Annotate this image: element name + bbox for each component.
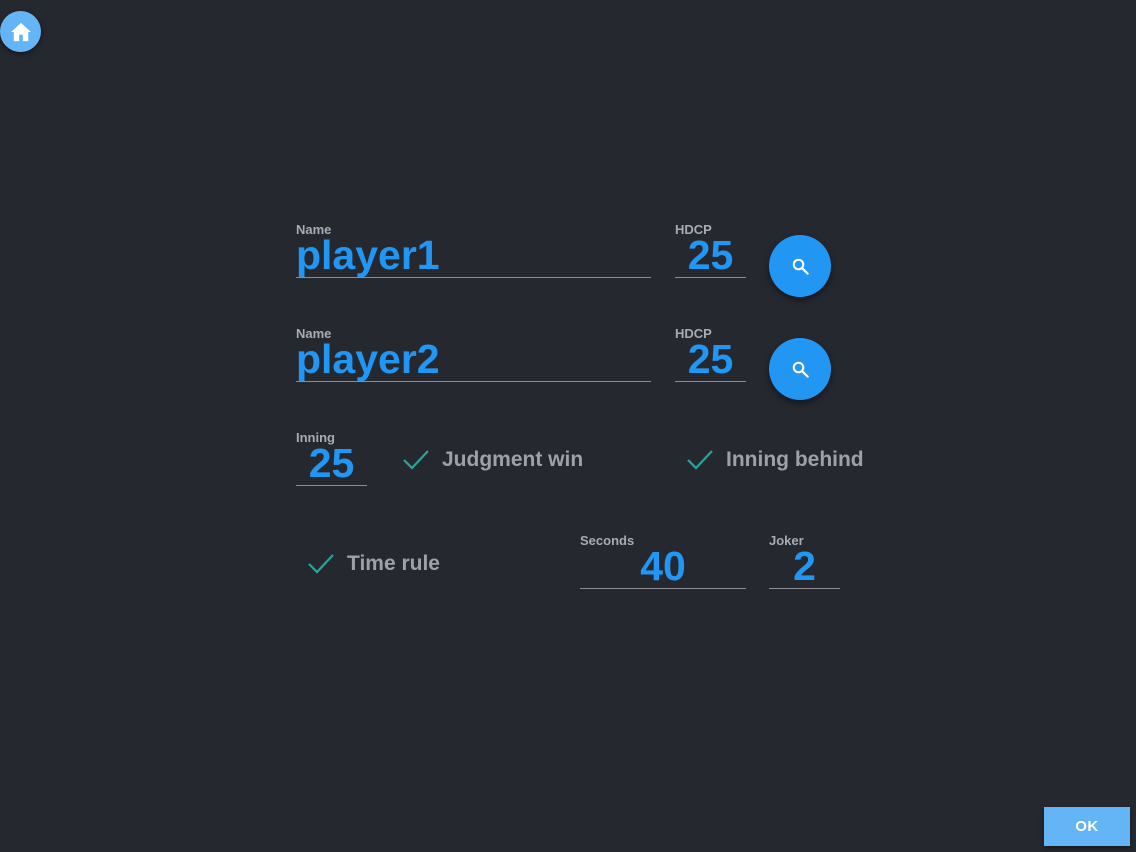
player2-hdcp-input[interactable] [675,338,746,382]
inning-field: Inning [296,430,367,492]
joker-field: Joker [769,533,840,595]
checkmark-icon [687,450,713,470]
player1-name-input[interactable] [296,234,651,278]
seconds-input[interactable] [580,545,746,589]
player1-hdcp-field: HDCP [675,222,746,284]
search-icon [792,258,809,275]
joker-input[interactable] [769,545,840,589]
ok-button[interactable]: OK [1044,807,1130,846]
time-rule-checkbox[interactable]: Time rule [307,552,440,576]
inning-behind-label: Inning behind [726,448,864,471]
home-button[interactable] [0,11,41,52]
judgment-win-checkbox[interactable]: Judgment win [402,448,583,472]
inning-input[interactable] [296,442,367,486]
player2-name-input[interactable] [296,338,651,382]
home-icon [10,22,31,41]
player1-name-field: Name [296,222,651,284]
checkmark-icon [308,554,334,574]
seconds-field: Seconds [580,533,746,595]
player2-name-field: Name [296,326,651,388]
checkmark-icon [403,450,429,470]
player1-search-button[interactable] [769,235,831,297]
judgment-win-label: Judgment win [442,448,584,471]
player2-search-button[interactable] [769,338,831,400]
inning-behind-checkbox[interactable]: Inning behind [686,448,864,472]
search-icon [792,361,809,378]
time-rule-label: Time rule [347,552,440,575]
player1-hdcp-input[interactable] [675,234,746,278]
player2-hdcp-field: HDCP [675,326,746,388]
